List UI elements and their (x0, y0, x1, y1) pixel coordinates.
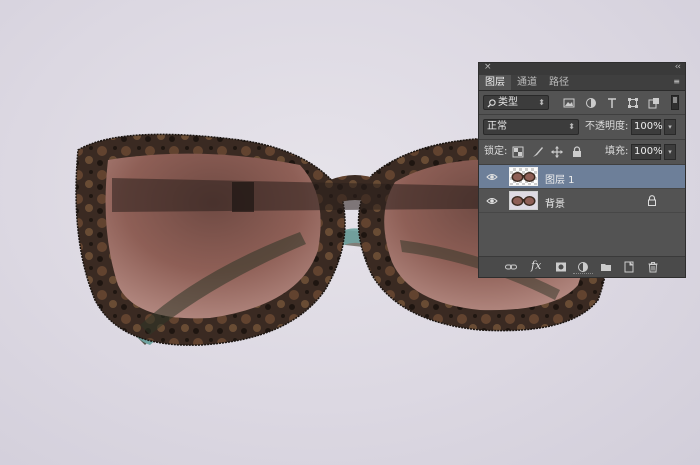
sunglasses-thumbnail-icon (511, 196, 536, 206)
layer-row-background[interactable]: 背景 (479, 189, 685, 213)
fill-label: 填充: (605, 146, 629, 157)
adjustment-icon[interactable] (577, 261, 589, 273)
blend-mode-select[interactable]: 正常 ⬍ (483, 119, 579, 135)
filter-row: 类型 ⬍ (479, 92, 685, 114)
new-layer-icon[interactable] (623, 261, 635, 273)
eye-icon[interactable] (486, 171, 498, 183)
shape-filter-icon[interactable] (627, 97, 639, 109)
panel-menu-icon[interactable]: ≡ (673, 77, 680, 86)
lock-row: 锁定: 填充: 100% ▾ (479, 141, 685, 163)
lock-position-icon[interactable] (551, 146, 563, 158)
close-icon[interactable]: × (484, 62, 492, 72)
type-filter-icon[interactable] (606, 97, 618, 109)
search-icon (487, 99, 496, 108)
layers-panel: × ‹‹ 图层 通道 路径 ≡ 类型 ⬍ 正常 ⬍ 不透明度: 100% ▾ 锁… (478, 62, 686, 278)
layer-thumbnail (509, 191, 538, 210)
panel-titlebar: × ‹‹ (479, 62, 685, 75)
smart-object-filter-icon[interactable] (648, 97, 660, 109)
panel-footer: fx (479, 256, 685, 277)
hinge-left (232, 182, 254, 212)
lock-image-icon[interactable] (532, 146, 544, 158)
folder-icon[interactable] (600, 261, 612, 273)
mask-icon[interactable] (555, 261, 567, 273)
layer-name[interactable]: 背景 (545, 195, 565, 210)
layer-row-layer1[interactable]: 图层 1 (479, 165, 685, 189)
layers-list: 图层 1 背景 (479, 165, 685, 257)
updown-arrow-icon: ⬍ (568, 122, 575, 131)
blend-row: 正常 ⬍ 不透明度: 100% ▾ (479, 116, 685, 138)
filter-toggle-switch[interactable] (671, 95, 679, 110)
link-icon[interactable] (505, 261, 517, 273)
filter-type-select[interactable]: 类型 ⬍ (483, 95, 549, 110)
collapse-icon[interactable]: ‹‹ (675, 62, 681, 72)
fill-input[interactable]: 100% (631, 144, 663, 160)
lock-all-icon[interactable] (571, 146, 583, 158)
tab-layers[interactable]: 图层 (479, 75, 511, 90)
trash-icon[interactable] (647, 261, 659, 273)
lock-transparent-icon[interactable] (512, 146, 524, 158)
tab-channels[interactable]: 通道 (511, 75, 543, 90)
updown-arrow-icon: ⬍ (538, 98, 545, 107)
layer-thumbnail (509, 167, 538, 186)
fx-icon[interactable]: fx (531, 259, 541, 272)
filter-type-label: 类型 (498, 97, 518, 108)
divider (479, 114, 685, 115)
lock-label: 锁定: (484, 146, 508, 157)
layer-name[interactable]: 图层 1 (545, 171, 575, 186)
resize-grip[interactable] (573, 273, 593, 276)
tab-paths[interactable]: 路径 (543, 75, 575, 90)
adjustment-filter-icon[interactable] (585, 97, 597, 109)
fill-dropdown-button[interactable]: ▾ (664, 144, 676, 160)
blend-mode-label: 正常 (487, 121, 507, 132)
panel-tabs: 图层 通道 路径 ≡ (479, 75, 685, 91)
opacity-label: 不透明度: (585, 121, 629, 132)
image-filter-icon[interactable] (563, 97, 575, 109)
sunglasses-thumbnail-icon (511, 172, 536, 182)
opacity-dropdown-button[interactable]: ▾ (664, 119, 676, 135)
opacity-input[interactable]: 100% (631, 119, 663, 135)
lock-icon[interactable] (647, 195, 657, 206)
eye-icon[interactable] (486, 195, 498, 207)
divider (479, 139, 685, 140)
